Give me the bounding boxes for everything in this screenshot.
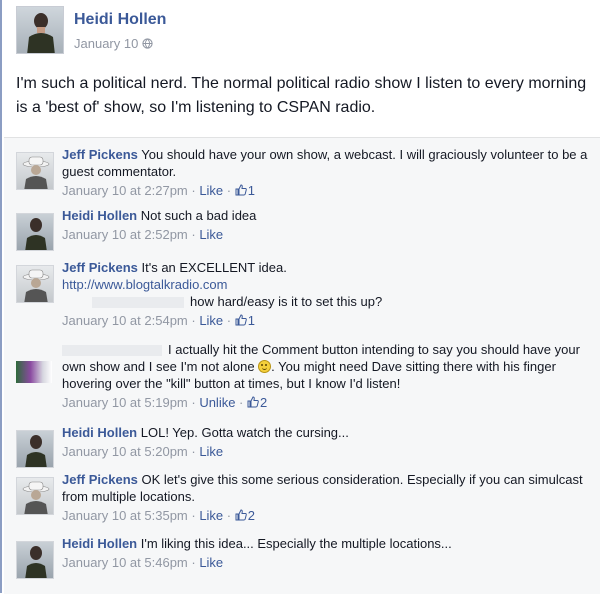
comment-author[interactable]: Heidi Hollen	[62, 425, 137, 440]
commenter-avatar[interactable]	[16, 430, 54, 468]
comment-author[interactable]: Heidi Hollen	[62, 208, 137, 223]
comment-text: Not such a bad idea	[140, 208, 257, 223]
like-count-value[interactable]: 2	[260, 395, 267, 410]
meta-separator: ·	[187, 555, 200, 570]
meta-separator: ·	[187, 313, 200, 328]
comment-body: Heidi Hollen Not such a bad idea January…	[62, 207, 592, 243]
comment-timestamp[interactable]: January 10 at 2:52pm	[62, 227, 188, 242]
comment-body: I actually hit the Comment button intend…	[62, 341, 592, 411]
comment-author[interactable]: Heidi Hollen	[62, 536, 137, 551]
like-count[interactable]: 1	[235, 183, 255, 198]
thumbs-up-icon	[235, 509, 247, 521]
comment-timestamp[interactable]: January 10 at 5:46pm	[62, 555, 188, 570]
meta-separator: ·	[235, 395, 247, 410]
like-count-value[interactable]: 1	[248, 183, 255, 198]
post-author-avatar[interactable]	[16, 6, 64, 54]
redacted-name	[62, 345, 162, 357]
person-silhouette-icon	[25, 218, 47, 250]
comment-timestamp[interactable]: January 10 at 5:35pm	[62, 508, 188, 523]
commenter-avatar[interactable]	[16, 477, 54, 515]
comment-meta: January 10 at 5:20pm · Like	[62, 443, 592, 460]
comment-body: Heidi Hollen I'm liking this idea... Esp…	[62, 535, 592, 571]
comment-link[interactable]: http://www.blogtalkradio.com	[62, 277, 227, 292]
post-date-text[interactable]: January 10	[74, 36, 138, 51]
like-link[interactable]: Like	[199, 227, 223, 242]
like-link[interactable]: Like	[199, 508, 223, 523]
comment-timestamp[interactable]: January 10 at 5:20pm	[62, 444, 188, 459]
comment-body: Jeff Pickens OK let's give this some ser…	[62, 471, 592, 524]
comment-meta: January 10 at 5:35pm · Like · 2	[62, 507, 592, 524]
comment-text: You should have your own show, a webcast…	[62, 147, 588, 179]
comment-meta: January 10 at 2:54pm · Like · 1	[62, 312, 592, 329]
like-link[interactable]: Like	[199, 313, 223, 328]
commenter-avatar[interactable]	[16, 265, 54, 303]
comment-timestamp[interactable]: January 10 at 2:27pm	[62, 183, 188, 198]
comment-timestamp[interactable]: January 10 at 2:54pm	[62, 313, 188, 328]
post-author-name[interactable]: Heidi Hollen	[74, 11, 166, 29]
comment-author[interactable]: Jeff Pickens	[62, 147, 138, 162]
comment-meta: January 10 at 2:52pm · Like	[62, 226, 592, 243]
comment-author[interactable]: Jeff Pickens	[62, 260, 138, 275]
comment-body: Heidi Hollen LOL! Yep. Gotta watch the c…	[62, 424, 592, 460]
thumbs-up-icon	[235, 184, 247, 196]
thumbs-up-icon	[247, 396, 259, 408]
like-count[interactable]: 1	[235, 313, 255, 328]
comment-text-continued: how hard/easy is it to set this up?	[190, 294, 383, 309]
comment-body: Jeff Pickens You should have your own sh…	[62, 146, 592, 199]
comment-text: I'm liking this idea... Especially the m…	[140, 536, 452, 551]
meta-separator: ·	[187, 183, 200, 198]
meta-separator: ·	[187, 444, 200, 459]
redacted-name	[92, 297, 184, 309]
post-left-border	[0, 0, 2, 593]
meta-separator: ·	[223, 313, 235, 328]
commenter-avatar[interactable]	[16, 541, 54, 579]
meta-separator: ·	[223, 508, 235, 523]
like-count-value[interactable]: 2	[248, 508, 255, 523]
comment-meta: January 10 at 5:46pm · Like	[62, 554, 592, 571]
unlike-link[interactable]: Unlike	[199, 395, 235, 410]
comment-body: Jeff Pickens It's an EXCELLENT idea. htt…	[62, 259, 592, 329]
cowboy-avatar-icon	[22, 269, 50, 302]
comment-author[interactable]: Jeff Pickens	[62, 472, 138, 487]
person-silhouette-icon	[27, 13, 55, 53]
meta-separator: ·	[187, 395, 200, 410]
comment-text: It's an EXCELLENT idea.	[141, 260, 287, 275]
like-count-value[interactable]: 1	[248, 313, 255, 328]
commenter-avatar[interactable]	[16, 213, 54, 251]
like-count[interactable]: 2	[235, 508, 255, 523]
comment-meta: January 10 at 2:27pm · Like · 1	[62, 182, 592, 199]
smile-emoticon-icon	[258, 360, 272, 373]
comment-text: OK let's give this some serious consider…	[62, 472, 583, 504]
post-date[interactable]: January 10	[74, 36, 153, 51]
comment-text: LOL! Yep. Gotta watch the cursing...	[140, 425, 349, 440]
cowboy-avatar-icon	[22, 156, 50, 189]
comments-section: Jeff Pickens You should have your own sh…	[4, 137, 600, 594]
meta-separator: ·	[187, 227, 200, 242]
commenter-avatar[interactable]	[16, 152, 54, 190]
thumbs-up-icon	[235, 314, 247, 326]
comment-meta: January 10 at 5:19pm · Unlike · 2	[62, 394, 592, 411]
like-link[interactable]: Like	[199, 444, 223, 459]
like-link[interactable]: Like	[199, 183, 223, 198]
person-silhouette-icon	[25, 435, 47, 467]
comment-timestamp[interactable]: January 10 at 5:19pm	[62, 395, 188, 410]
globe-icon[interactable]	[142, 38, 153, 49]
like-link[interactable]: Like	[199, 555, 223, 570]
person-silhouette-icon	[25, 546, 47, 578]
meta-separator: ·	[187, 508, 200, 523]
meta-separator: ·	[223, 183, 235, 198]
commenter-avatar[interactable]	[16, 361, 52, 383]
post-body-text: I'm such a political nerd. The normal po…	[16, 75, 587, 116]
like-count[interactable]: 2	[247, 395, 267, 410]
cowboy-avatar-icon	[22, 481, 50, 514]
